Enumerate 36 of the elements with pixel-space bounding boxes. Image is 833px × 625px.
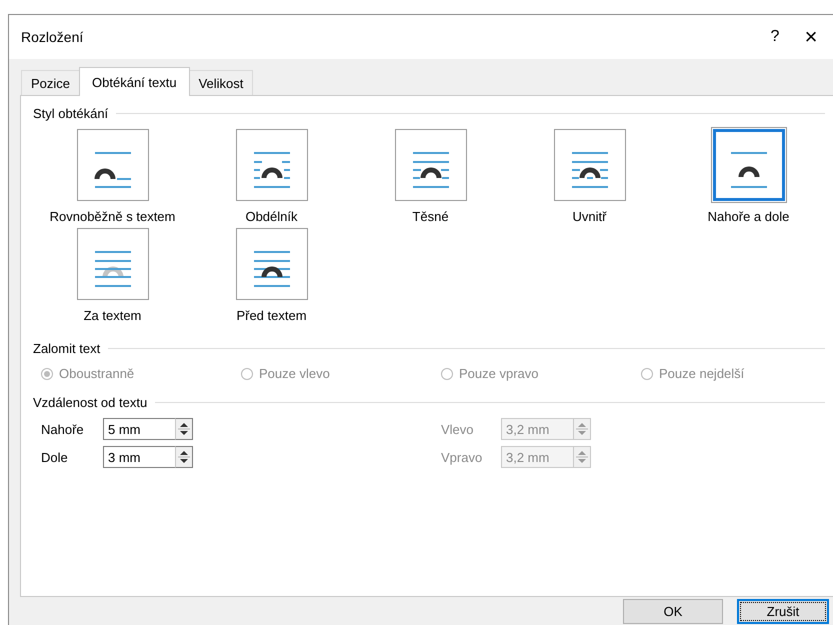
wrap-style-button[interactable]: [394, 129, 466, 201]
wrap-style-label: Za textem: [84, 308, 142, 323]
section-heading: Styl obtékání: [33, 106, 108, 121]
wrap-style-label: Rovnoběžně s textem: [50, 209, 176, 224]
wrap-style-button[interactable]: [236, 129, 308, 201]
field-label: Vlevo: [441, 422, 475, 436]
wrap-style-label: Před textem: [236, 308, 307, 323]
radio-label: Oboustranně: [59, 366, 134, 381]
wrap-style-label: Nahoře a dole: [708, 209, 790, 224]
field-label: Nahoře: [41, 422, 85, 436]
spinner-arrows-icon[interactable]: [175, 418, 193, 440]
section-heading: Zalomit text: [33, 341, 100, 356]
wrap-style-label: Těsné: [412, 209, 449, 224]
tab[interactable]: Pozice: [21, 70, 80, 95]
dialog-button[interactable]: Zrušit: [737, 599, 829, 624]
wrap-style-label: Obdélník: [245, 209, 298, 224]
spinner-arrows-icon[interactable]: [175, 446, 193, 468]
section-heading: Vzdálenost od textu: [33, 395, 148, 410]
wrap-style-label: Uvnitř: [572, 209, 606, 224]
tab[interactable]: Obtékání textu: [79, 67, 190, 96]
wrap-style-button[interactable]: [76, 129, 148, 201]
spin-field[interactable]: 3 mm: [103, 446, 175, 468]
field-label: Vpravo: [441, 450, 484, 464]
wrap-style-button[interactable]: [712, 129, 784, 201]
window-title: Rozložení: [21, 29, 84, 45]
field-label: Dole: [41, 450, 69, 464]
spin-field[interactable]: 5 mm: [103, 418, 175, 440]
wrap-style-button[interactable]: [554, 129, 626, 201]
dialog-button[interactable]: OK: [623, 599, 723, 624]
radio-label: Pouze nejdelší: [659, 366, 744, 381]
help-button[interactable]: ?: [757, 28, 793, 46]
radio-label: Pouze vpravo: [459, 366, 538, 381]
tab[interactable]: Velikost: [188, 70, 254, 95]
close-button[interactable]: ×: [793, 24, 829, 50]
radio-label: Pouze vlevo: [259, 366, 330, 381]
wrap-style-button[interactable]: [236, 228, 308, 300]
